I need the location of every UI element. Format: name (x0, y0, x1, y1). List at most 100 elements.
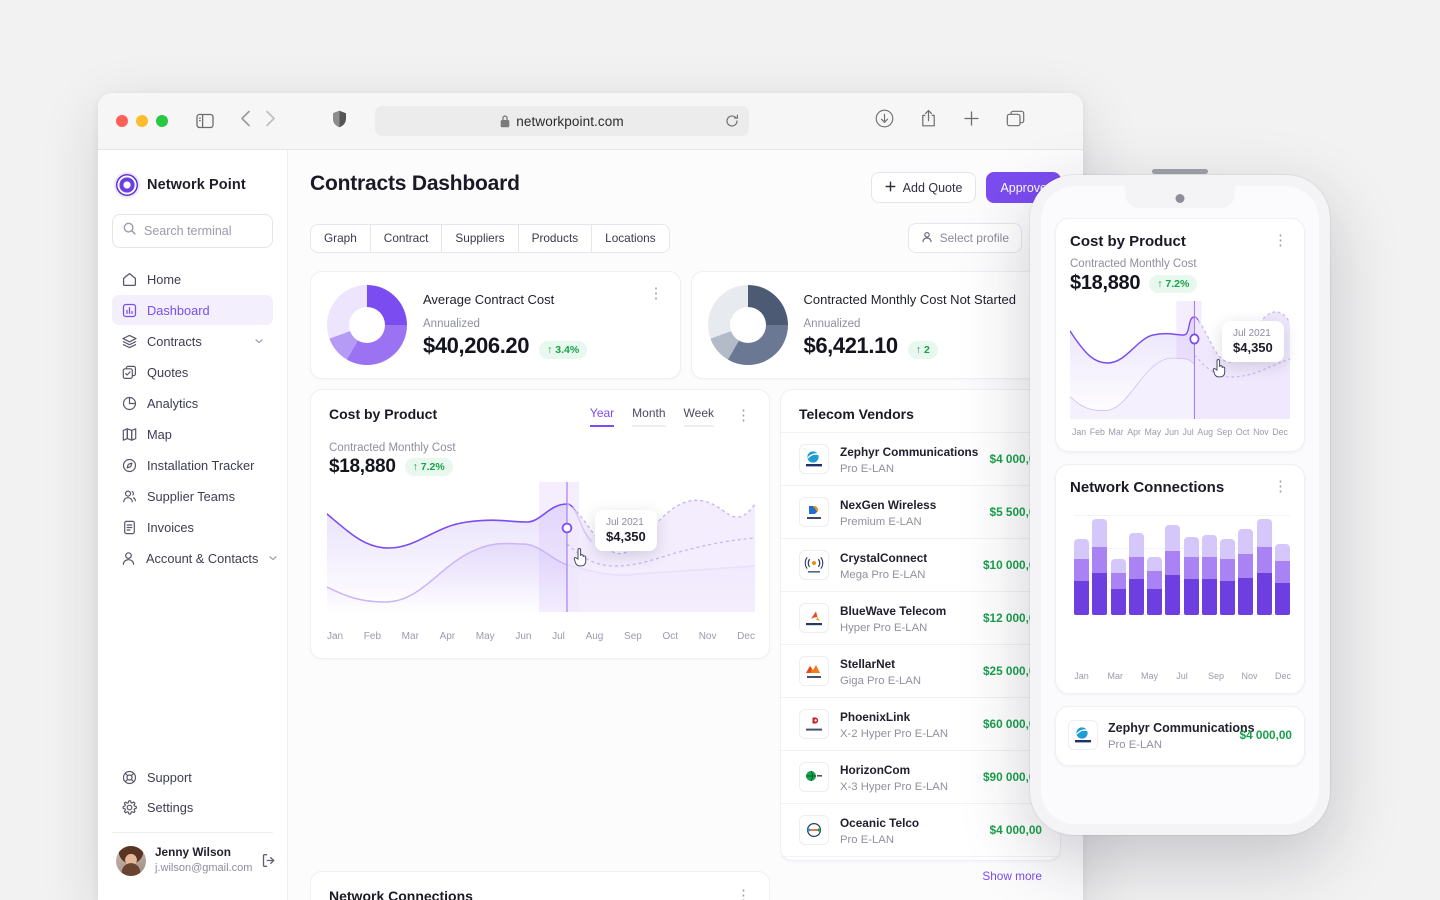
tab-overview-icon[interactable] (1006, 110, 1025, 132)
select-profile-dropdown[interactable]: Select profile (907, 223, 1022, 253)
close-window-button[interactable] (116, 115, 128, 127)
search-terminal-input[interactable]: Search terminal (112, 214, 273, 248)
sidebar-bottom: Support Settings Jenny Wilson j.wilson@g… (112, 762, 276, 900)
kpi-body: Contracted Monthly Cost Not Started Annu… (804, 292, 1045, 359)
forward-arrow-icon[interactable] (265, 110, 276, 132)
minimize-window-button[interactable] (136, 115, 148, 127)
sidebar-item-quotes[interactable]: Quotes (112, 357, 273, 387)
maximize-window-button[interactable] (156, 115, 168, 127)
kpi-card-average-contract-cost[interactable]: Average Contract Cost Annualized $40,206… (310, 271, 681, 379)
bar-group[interactable] (1128, 533, 1144, 615)
tab-contract[interactable]: Contract (371, 224, 443, 252)
kebab-menu-icon[interactable]: ⋮ (1273, 233, 1288, 248)
bar-group[interactable] (1220, 539, 1236, 615)
brand[interactable]: Network Point (112, 166, 273, 196)
chevron-down-icon[interactable] (254, 336, 264, 346)
vendor-name: StellarNet (840, 657, 896, 671)
file-text-icon (121, 520, 137, 535)
bar-group[interactable] (1074, 539, 1089, 615)
kebab-menu-icon[interactable]: ⋮ (736, 888, 751, 900)
phone-vendor-card[interactable]: Zephyr Communications Pro E-LAN $4 000,0… (1055, 706, 1305, 766)
bar-group[interactable] (1092, 519, 1108, 615)
range-tab-year[interactable]: Year (589, 406, 615, 427)
tab-graph[interactable]: Graph (311, 224, 371, 252)
table-row[interactable]: NexGen Wireless Premium E-LAN $5 500,00 (781, 485, 1060, 538)
table-row[interactable]: PhoenixLink X-2 Hyper Pro E-LAN $60 000,0… (781, 697, 1060, 750)
x-tick: May (475, 631, 495, 642)
bar-group[interactable] (1201, 535, 1217, 615)
bar-group[interactable] (1183, 537, 1199, 615)
tooltip-value: $4,350 (1233, 340, 1273, 355)
x-tick: Sep (1216, 427, 1233, 437)
table-row[interactable]: HorizonCom X-3 Hyper Pro E-LAN $90 000,00 (781, 750, 1060, 803)
sidebar-item-invoices[interactable]: Invoices (112, 512, 273, 542)
chevron-down-icon[interactable] (268, 553, 278, 563)
status-badge: ↑ 2 (907, 340, 938, 359)
window-traffic-lights[interactable] (116, 115, 168, 127)
table-row[interactable]: StellarNet Giga Pro E-LAN $25 000,00 (781, 644, 1060, 697)
tab-suppliers[interactable]: Suppliers (442, 224, 519, 252)
sidebar-item-map[interactable]: Map (112, 419, 273, 449)
phone-line-x-axis: Jan Feb Mar Apr May Jun Jul Aug Sep Oct … (1070, 427, 1290, 441)
table-row[interactable]: Oceanic Telco Pro E-LAN $4 000,00 (781, 803, 1060, 856)
sidebar-item-contracts[interactable]: Contracts (112, 326, 273, 356)
kebab-menu-icon[interactable]: ⋮ (736, 408, 751, 423)
sidebar-item-settings[interactable]: Settings (112, 792, 273, 822)
phone-chart-value: $18,880 (1070, 272, 1141, 294)
copy-check-icon (121, 365, 137, 380)
bar-group[interactable] (1274, 544, 1290, 615)
kebab-menu-icon[interactable]: ⋮ (1273, 479, 1288, 494)
sidebar-item-dashboard[interactable]: Dashboard (112, 295, 273, 325)
back-arrow-icon[interactable] (240, 110, 251, 132)
bar-group[interactable] (1256, 519, 1272, 615)
tab-locations[interactable]: Locations (592, 225, 669, 252)
home-icon (121, 272, 137, 287)
show-more-link[interactable]: Show more (781, 856, 1060, 897)
sidebar-item-support[interactable]: Support (112, 762, 273, 792)
vendor-name: Oceanic Telco (840, 816, 920, 830)
download-icon[interactable] (875, 109, 894, 133)
table-row[interactable]: CrystalConnect Mega Pro E-LAN $10 000,00 (781, 538, 1060, 591)
new-tab-plus-icon[interactable] (963, 110, 980, 132)
chart-value: $18,880 (329, 456, 396, 477)
range-tab-week[interactable]: Week (683, 406, 714, 427)
sidebar-item-supplier-teams[interactable]: Supplier Teams (112, 481, 273, 511)
tooltip-label: Jul 2021 (1233, 328, 1271, 339)
user-profile[interactable]: Jenny Wilson j.wilson@gmail.com (112, 845, 276, 890)
table-row[interactable]: Zephyr Communications Pro E-LAN $4 000,00 (781, 432, 1060, 485)
phone-chart-title: Network Connections (1070, 479, 1225, 496)
kebab-menu-icon[interactable]: ⋮ (649, 286, 664, 301)
tab-products[interactable]: Products (519, 224, 593, 252)
vendor-name: HorizonCom (840, 763, 911, 777)
sidebar-item-home[interactable]: Home (112, 264, 273, 294)
x-tick: Oct (662, 631, 679, 642)
logout-icon[interactable] (261, 853, 276, 868)
sidebar-item-account-contacts[interactable]: Account & Contacts (112, 543, 277, 573)
reload-icon[interactable] (725, 114, 739, 128)
sidebar-item-installation-tracker[interactable]: Installation Tracker (112, 450, 273, 480)
bar-group[interactable] (1165, 525, 1181, 615)
sidebar-item-analytics[interactable]: Analytics (112, 388, 273, 418)
x-tick: Sep (624, 631, 642, 642)
sidebar-item-label: Settings (147, 799, 194, 815)
bar-group[interactable] (1238, 529, 1254, 615)
kpi-card-contracted-monthly-not-started[interactable]: Contracted Monthly Cost Not Started Annu… (690, 271, 1061, 379)
mouse-cursor-icon (573, 548, 589, 573)
table-row[interactable]: BlueWave Telecom Hyper Pro E-LAN $12 000,… (781, 591, 1060, 644)
x-tick: Aug (585, 631, 604, 642)
add-quote-button[interactable]: Add Quote (870, 172, 977, 203)
nav-arrows[interactable] (240, 110, 276, 132)
bar-group[interactable] (1147, 557, 1163, 615)
kpi-value: $6,421.10 (803, 332, 899, 358)
range-tab-month[interactable]: Month (632, 406, 666, 427)
sidebar-toggle-icon[interactable] (196, 113, 214, 129)
sidebar-divider (112, 832, 273, 834)
address-bar[interactable]: networkpoint.com (375, 106, 749, 136)
phone-bar-chart (1074, 515, 1290, 615)
brand-name: Network Point (147, 177, 246, 193)
bar-group[interactable] (1110, 559, 1126, 615)
line-chart-svg (326, 482, 756, 612)
shield-icon[interactable] (332, 110, 347, 133)
share-icon[interactable] (920, 109, 937, 133)
vendor-name: PhoenixLink (840, 710, 911, 724)
